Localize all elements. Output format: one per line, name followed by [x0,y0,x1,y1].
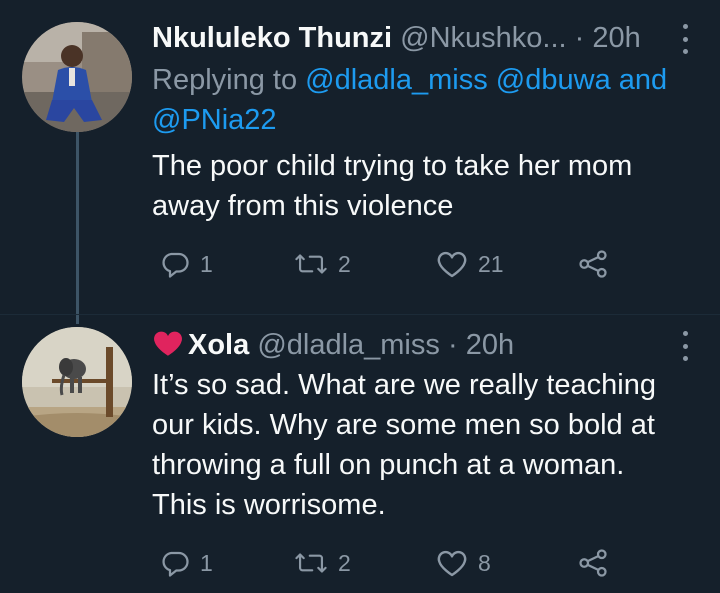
tweet-text-line: The poor child trying to take her mom [152,150,633,182]
retweet-count: 2 [338,549,351,576]
retweet-count: 2 [338,250,351,277]
like-count: 21 [478,250,504,277]
reply-icon [162,551,189,577]
timestamp[interactable]: 20h [592,22,640,54]
retweet-button[interactable]: 2 [294,545,351,581]
mention-joiner[interactable]: and [619,64,667,96]
share-button[interactable] [578,246,608,282]
reply-button[interactable]: 1 [160,545,213,581]
like-count: 8 [478,549,491,576]
reply-icon [162,252,189,278]
retweet-icon [295,553,327,573]
reply-count: 1 [200,549,213,576]
like-button[interactable]: 21 [436,246,504,282]
red-heart-emoji [154,331,182,356]
display-name[interactable]: Xola [188,329,249,361]
share-icon [579,250,607,278]
handle[interactable]: @dladla_miss [257,329,440,361]
tweet-text: It’s so sad. What are we really teaching… [152,365,692,525]
more-icon[interactable] [678,331,692,361]
tweet-text: The poor child trying to take her mom aw… [152,146,692,226]
tweet-text-line: This is worrisome. [152,489,386,521]
tweet-1[interactable]: Nkululeko Thunzi @Nkushko... · 20h Reply… [0,0,720,314]
tweet-text-line: It’s so sad. What are we really teaching [152,369,656,401]
tweet-text-line: away from this violence [152,190,454,222]
mention-link[interactable]: @PNia22 [152,104,277,136]
tweet-header: Nkululeko Thunzi @Nkushko... · 20h [152,18,720,58]
like-button[interactable]: 8 [436,545,491,581]
tweet-2[interactable]: Xola @dladla_miss · 20h It’s so sad. Wha… [0,315,720,593]
separator: · [447,329,458,361]
tweet-header: Xola @dladla_miss · 20h [152,325,720,365]
avatar[interactable] [22,327,132,437]
display-name[interactable]: Nkululeko Thunzi [152,22,392,54]
reply-button[interactable]: 1 [160,246,213,282]
retweet-icon [295,254,327,274]
like-icon [437,251,467,278]
mention-link[interactable]: @dbuwa [496,64,611,96]
retweet-button[interactable]: 2 [294,246,351,282]
share-icon [579,549,607,577]
avatar[interactable] [22,22,132,132]
reply-count: 1 [200,250,213,277]
timestamp[interactable]: 20h [466,329,514,361]
share-button[interactable] [578,545,608,581]
replying-to-label: Replying to [152,64,298,96]
tweet-text-line: throwing a full on punch at a woman. [152,449,625,481]
tweet-text-line: our kids. Why are some men so bold at [152,409,655,441]
like-icon [437,550,467,577]
mention-link[interactable]: @dladla_miss [305,64,488,96]
handle[interactable]: @Nkushko... [400,22,566,54]
tweet-actions: 1 2 21 [152,246,622,282]
more-icon[interactable] [678,24,692,54]
replying-to: Replying to @dladla_miss @dbuwa and @PNi… [152,60,692,140]
separator: · [574,22,585,54]
tweet-actions: 1 2 8 [152,545,622,581]
